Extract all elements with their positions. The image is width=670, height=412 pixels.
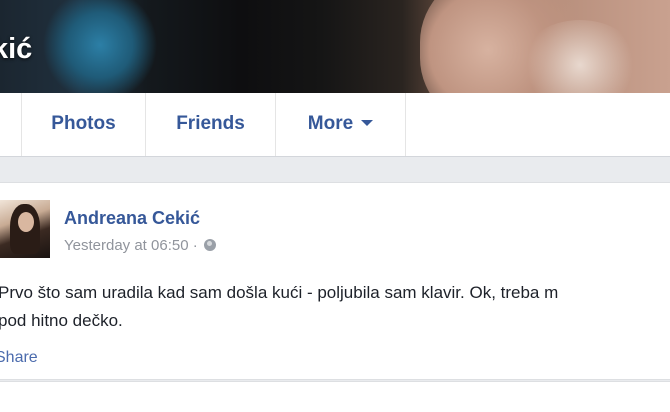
profile-name[interactable]: kić [0,33,32,66]
globe-icon[interactable] [203,239,216,251]
avatar-face [18,212,34,232]
tab-photos[interactable]: Photos [22,93,146,156]
post-text: Prvo što sam uradila kad sam došla kući … [0,279,670,335]
tab-more-label: More [307,113,354,134]
post-text-line: Prvo što sam uradila kad sam došla kući … [0,283,559,302]
post-timestamp[interactable]: Yesterday at 06:50 [64,237,189,254]
post-meta: Yesterday at 06:50 · [64,237,216,254]
tab-friends[interactable]: Friends [146,93,276,156]
post-author[interactable]: Andreana Cekić [64,208,200,229]
avatar[interactable] [0,200,50,258]
post-card: Andreana Cekić Yesterday at 06:50 · Prvo… [0,182,670,380]
profile-tabs: Photos Friends More [0,93,670,157]
post-text-line: pod hitno dečko. [0,311,123,330]
next-post-card [0,381,670,412]
tab-more[interactable]: More [276,93,406,156]
cover-photo[interactable]: kić [0,0,670,93]
tab-timeline[interactable] [0,93,22,156]
share-button[interactable]: Share [0,349,38,367]
meta-separator: · [192,237,198,254]
cover-photo-shape [40,0,160,93]
chevron-down-icon [361,120,374,126]
